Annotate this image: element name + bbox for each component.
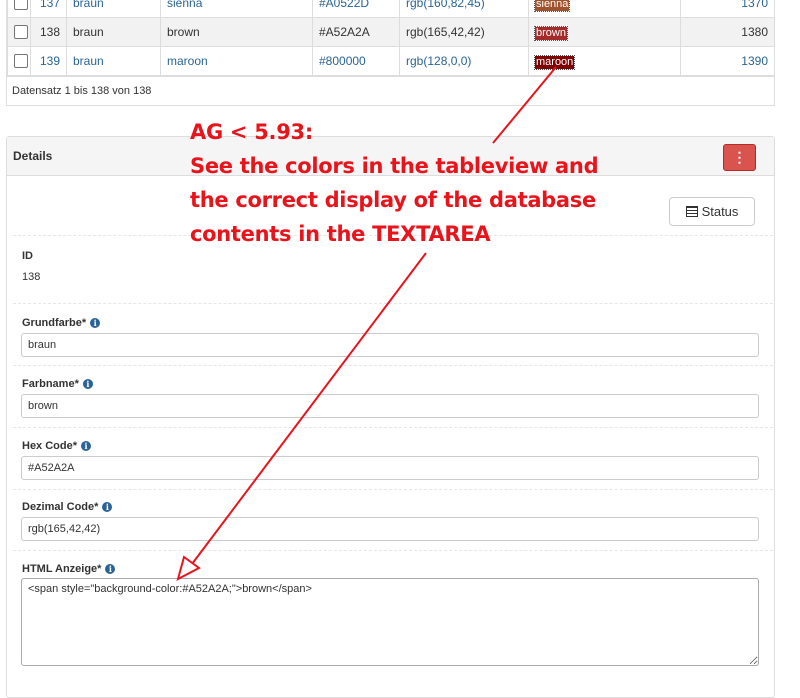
arrow-to-table xyxy=(492,66,557,144)
arrow-to-textarea xyxy=(191,252,427,565)
annotation-arrows xyxy=(176,66,557,581)
